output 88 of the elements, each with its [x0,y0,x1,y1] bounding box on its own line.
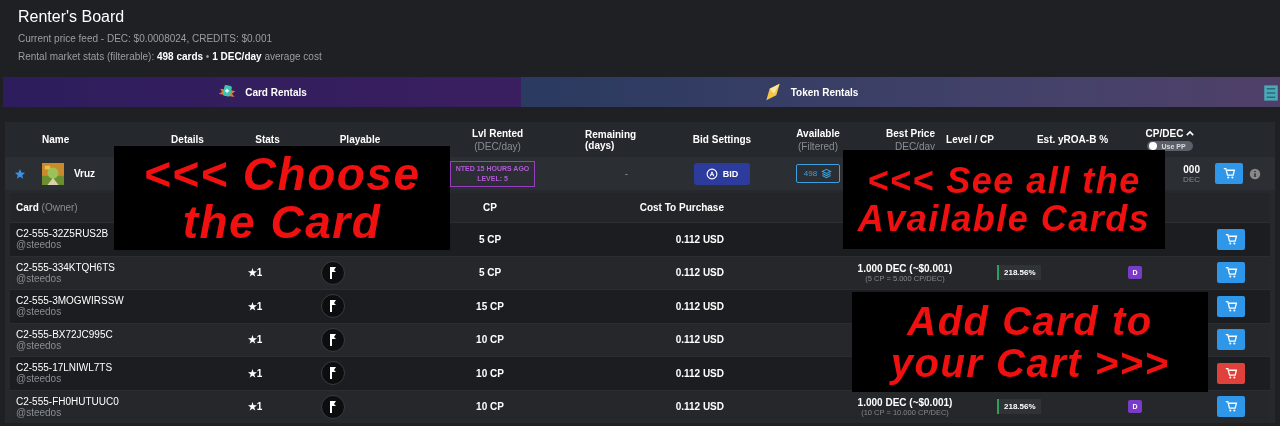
column-title[interactable]: CP/DEC [1145,128,1195,139]
owner-name: @steedos [16,239,63,251]
column-title: Remaining (days) [585,128,638,151]
cart-button[interactable] [1217,329,1245,351]
cart-icon [1224,333,1238,347]
card-id: C2-555-334KTQH6TS [16,261,116,273]
bid-button[interactable]: BID [693,162,751,185]
column-header: CP [482,202,498,213]
cp-value: 5 CP [478,267,502,279]
star-icon[interactable] [14,167,26,180]
flag-icon [321,327,345,352]
column-subtitle: DEC/day [895,140,935,152]
owner-name: @steedos [16,406,63,418]
column-title: Lvl Rented [471,127,524,139]
card-id: C2-555-3MOGWIRSSW [16,295,125,307]
cart-button[interactable] [1217,362,1245,384]
remaining-value: - [624,168,629,179]
flag-icon [321,294,345,319]
column-title: Name [42,134,70,145]
flag-icon [321,394,345,419]
market-stats-text: Rental market stats (filterable): 498 cards • 1 DEC/day average cost [18,51,323,63]
cost-value: 0.112 USD [675,334,724,346]
price-value: 1.000 DEC (~$0.001) [857,262,953,274]
rarity-rating: ★1 [247,401,263,413]
cost-value: 0.112 USD [675,401,724,413]
column-title: Est. yROA-B % [1036,134,1109,145]
cart-button[interactable] [1217,396,1245,418]
cost-value: 0.112 USD [675,233,724,245]
card-id: C2-555-FH0HUTUUC0 [16,395,120,407]
rarity-rating: ★1 [247,367,263,379]
annotation-callout: <<< See all the Available Cards [843,150,1165,249]
available-button[interactable]: 498 [795,164,841,183]
column-title: Best Price [886,127,935,139]
card-name[interactable]: Vruz [74,168,96,179]
cp-dec-value: 000 [1183,163,1200,175]
yroa-badge: 218.56% [997,265,1041,281]
rarity-rating: ★1 [247,334,263,346]
cart-icon [1224,299,1238,313]
flag-icon [321,260,345,285]
cp-value: 10 CP [476,334,504,346]
cart-icon [1224,266,1238,280]
yroa-badge: 218.56% [997,399,1041,415]
column-title: Level / CP [946,134,994,145]
column-title: Available [796,127,840,139]
column-title: Stats [255,134,280,145]
cart-icon [1224,366,1238,380]
owner-name: @steedos [16,339,63,351]
owner-name: @steedos [16,306,63,318]
column-header: Card (Owner) [15,202,79,213]
cost-value: 0.112 USD [675,367,724,379]
cp-value: 5 CP [478,233,502,245]
rarity-rating: ★1 [247,267,263,279]
column-header: Cost To Purchase [638,202,724,213]
rarity-rating: ★1 [247,300,263,312]
rentals-tab[interactable]: Card Rentals [3,77,521,107]
bid-icon [705,167,718,180]
column-title: Bid Settings [692,134,752,145]
cart-button[interactable] [1217,262,1245,284]
cp-value: 10 CP [476,367,504,379]
flag-icon [321,361,345,386]
logo-icon [1262,82,1280,104]
column-subtitle: (Filtered) [798,140,838,152]
card-id: C2-555-BX72JC995C [16,328,114,340]
cp-value: 15 CP [476,300,504,312]
cart-icon [1222,167,1236,180]
card-id: C2-555-17LNIWL7TS [16,362,114,374]
rentals-tab[interactable]: Token Rentals [521,77,1280,107]
column-title: Details [171,134,204,145]
page-title: Renter's Board [18,7,126,27]
info-icon[interactable] [1249,167,1261,180]
card-id: C2-555-32Z5RUS2B [16,228,110,240]
cp-value: 10 CP [476,401,504,413]
annotation-callout: <<< Choose the Card [114,146,450,250]
cp-dec-unit: DEC [1183,174,1200,184]
cost-value: 0.112 USD [675,300,724,312]
column-title: Playable [339,134,381,145]
column-subtitle: (DEC/day) [474,140,521,152]
owner-name: @steedos [16,373,63,385]
cart-button[interactable] [1217,295,1245,317]
price-feed-text: Current price feed - DEC: $0.0008024, CREDITS: $0.001 [18,33,274,45]
stack-icon [821,168,833,179]
cost-value: 0.112 USD [675,267,724,279]
price-value: 1.000 DEC (~$0.001) [857,396,953,408]
cart-icon [1224,232,1238,246]
cart-button[interactable] [1217,228,1245,250]
cart-icon [1224,400,1238,414]
annotation-callout: Add Card to your Cart >>> [852,292,1208,392]
owner-name: @steedos [16,272,62,284]
